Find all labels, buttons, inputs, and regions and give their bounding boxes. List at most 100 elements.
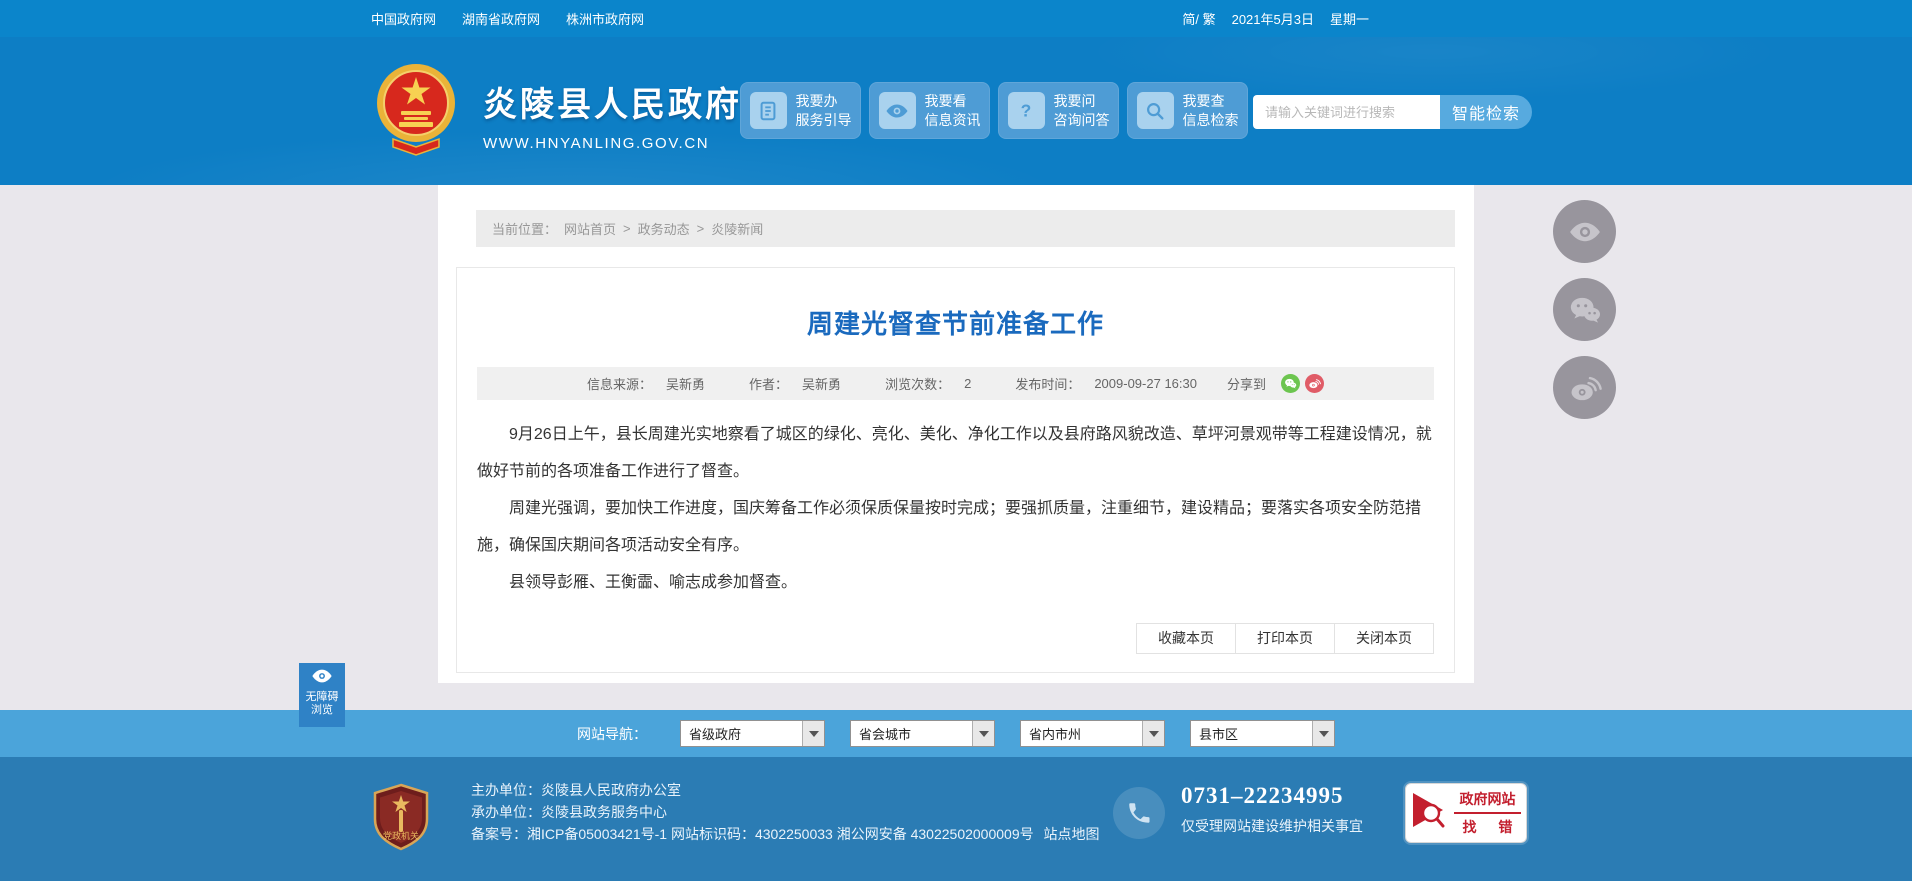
search-bar: 智能检索 (1253, 95, 1532, 129)
article-title: 周建光督查节前准备工作 (806, 309, 1104, 339)
site-nav-bar: 网站导航： 省级政府 省会城市 省内市州 县市区 (0, 710, 1912, 757)
accessibility-browse-button[interactable]: 无障碍 浏览 (299, 663, 345, 727)
host-unit-line: 主办单位：炎陵县人民政府办公室 (471, 782, 681, 798)
service-line1: 我要查 (1182, 92, 1225, 109)
party-gov-emblem: 党政机关 (371, 783, 431, 856)
service-line2: 咨询问答 (1053, 111, 1110, 128)
meta-source-label: 信息来源： (587, 377, 653, 392)
breadcrumb-label: 当前位置： (492, 222, 558, 237)
service-line2: 信息资讯 (924, 111, 981, 128)
service-button-search[interactable]: 我要查 信息检索 (1127, 82, 1248, 139)
service-line1: 我要办 (795, 92, 838, 109)
svg-text:?: ? (1021, 100, 1032, 120)
weibo-icon[interactable] (1553, 356, 1616, 419)
service-button-ask[interactable]: ? 我要问 咨询问答 (998, 82, 1119, 139)
phone-icon (1113, 787, 1165, 839)
search-icon (1136, 92, 1174, 129)
article-actions: 收藏本页 打印本页 关闭本页 (477, 623, 1434, 654)
icp-record-line: 备案号：湘ICP备05003421号-1 网站标识码：4302250033 湘公… (471, 826, 1034, 842)
contact-note: 仅受理网站建设维护相关事宜 (1181, 818, 1363, 834)
select-value: 省会城市 (859, 727, 912, 742)
breadcrumb-news[interactable]: 炎陵新闻 (711, 219, 763, 238)
current-weekday: 星期一 (1329, 12, 1369, 27)
article: 周建光督查节前准备工作 信息来源： 吴新勇 作者： 吴新勇 浏览次数： 2 发布… (456, 267, 1455, 673)
breadcrumb-separator: > (623, 221, 631, 236)
meta-views-count: 2 (964, 376, 972, 391)
chevron-down-icon (1312, 721, 1334, 746)
meta-publish-time: 2009-09-27 16:30 (1094, 376, 1197, 391)
service-button-view[interactable]: 我要看 信息资讯 (869, 82, 990, 139)
site-header: 炎陵县人民政府 WWW.HNYANLING.GOV.CN 我要办服务引导 我要看… (0, 37, 1912, 185)
footer-info: 主办单位：炎陵县人民政府办公室 承办单位：炎陵县政务服务中心 备案号：湘ICP备… (471, 779, 1100, 845)
search-input[interactable] (1253, 95, 1440, 129)
smart-search-button[interactable]: 智能检索 (1440, 95, 1532, 129)
document-icon (749, 92, 787, 129)
meta-source: 吴新勇 (666, 377, 706, 392)
article-paragraph: 周建光强调，要加快工作进度，国庆筹备工作必须保质保量按时完成；要强抓质量，注重细… (477, 500, 1422, 554)
footer-contact: 0731–22234995 仅受理网站建设维护相关事宜 (1113, 783, 1363, 839)
badge-line1: 政府网站 (1453, 789, 1522, 814)
share-label: 分享到 (1226, 377, 1266, 392)
breadcrumb-separator: > (696, 221, 705, 236)
eye-icon (878, 92, 916, 129)
link-china-gov[interactable]: 中国政府网 (371, 9, 436, 28)
breadcrumb-dynamics[interactable]: 政务动态 (638, 219, 690, 238)
top-bar: 中国政府网 湖南省政府网 株洲市政府网 简/ 繁 2021年5月3日 星期一 (0, 0, 1912, 37)
meta-author-label: 作者： (749, 377, 789, 392)
chevron-down-icon (972, 721, 994, 746)
badge-line2: 找 错 (1462, 819, 1522, 835)
select-county-districts[interactable]: 县市区 (1190, 720, 1335, 747)
select-capital-cities[interactable]: 省会城市 (850, 720, 995, 747)
gov-links: 中国政府网 湖南省政府网 株洲市政府网 (371, 9, 644, 28)
article-paragraph: 县领导彭雁、王衡霝、喻志成参加督查。 (509, 574, 798, 591)
print-page-button[interactable]: 打印本页 (1235, 623, 1335, 654)
floating-toolbar (1553, 200, 1616, 419)
content-wrapper: 当前位置： 网站首页 > 政务动态 > 炎陵新闻 周建光督查节前准备工作 信息来… (438, 185, 1474, 683)
eye-icon[interactable] (1553, 200, 1616, 263)
close-page-button[interactable]: 关闭本页 (1334, 623, 1434, 654)
wechat-icon[interactable] (1553, 278, 1616, 341)
service-buttons: 我要办服务引导 我要看信息资讯 ? 我要问 咨询问答 我要查信息检索 (740, 82, 1248, 139)
select-provincial-gov[interactable]: 省级政府 (680, 720, 825, 747)
breadcrumb: 当前位置： 网站首页 > 政务动态 > 炎陵新闻 (476, 210, 1455, 247)
select-value: 省级政府 (689, 727, 742, 742)
question-icon: ? (1007, 92, 1045, 129)
service-line1: 我要看 (924, 92, 967, 109)
select-value: 县市区 (1199, 727, 1239, 742)
flag-magnifier-icon (1411, 791, 1445, 836)
link-zhuzhou-gov[interactable]: 株洲市政府网 (566, 9, 644, 28)
accessibility-label-line1: 无障碍 (305, 691, 339, 703)
accessibility-label-line2: 浏览 (311, 704, 333, 716)
service-line2: 信息检索 (1182, 111, 1239, 128)
service-button-handle[interactable]: 我要办 服务引导 (740, 82, 861, 139)
sitemap-link[interactable]: 站点地图 (1044, 826, 1100, 842)
weibo-share-icon[interactable] (1305, 374, 1324, 393)
site-title: 炎陵县人民政府 (483, 86, 742, 124)
chevron-down-icon (1142, 721, 1164, 746)
site-nav-label: 网站导航： (577, 725, 647, 742)
current-date: 2021年5月3日 (1231, 12, 1314, 27)
breadcrumb-home[interactable]: 网站首页 (564, 219, 616, 238)
chevron-down-icon (802, 721, 824, 746)
article-body: 9月26日上午，县长周建光实地察看了城区的绿化、亮化、美化、净化工作以及县府路风… (477, 416, 1434, 601)
lang-switch[interactable]: 简/ 繁 (1182, 9, 1215, 28)
eye-icon (311, 668, 333, 689)
link-hunan-gov[interactable]: 湖南省政府网 (462, 9, 540, 28)
gov-error-report-badge[interactable]: 政府网站 找 错 (1405, 783, 1527, 843)
favorite-page-button[interactable]: 收藏本页 (1136, 623, 1236, 654)
national-emblem (375, 61, 457, 157)
meta-author: 吴新勇 (802, 377, 842, 392)
article-paragraph: 9月26日上午，县长周建光实地察看了城区的绿化、亮化、美化、净化工作以及县府路风… (477, 426, 1432, 480)
organizer-unit-line: 承办单位：炎陵县政务服务中心 (471, 804, 667, 820)
meta-publish-label: 发布时间： (1015, 377, 1081, 392)
svg-text:党政机关: 党政机关 (383, 830, 419, 841)
contact-phone: 0731–22234995 (1181, 783, 1344, 808)
service-line2: 服务引导 (795, 111, 852, 128)
article-meta: 信息来源： 吴新勇 作者： 吴新勇 浏览次数： 2 发布时间： 2009-09-… (477, 367, 1434, 400)
wechat-share-icon[interactable] (1281, 374, 1300, 393)
select-province-cities[interactable]: 省内市州 (1020, 720, 1165, 747)
site-footer: 党政机关 主办单位：炎陵县人民政府办公室 承办单位：炎陵县政务服务中心 备案号：… (0, 757, 1912, 881)
select-value: 省内市州 (1029, 727, 1082, 742)
meta-views-label: 浏览次数： (885, 377, 951, 392)
site-url: WWW.HNYANLING.GOV.CN (483, 135, 710, 152)
